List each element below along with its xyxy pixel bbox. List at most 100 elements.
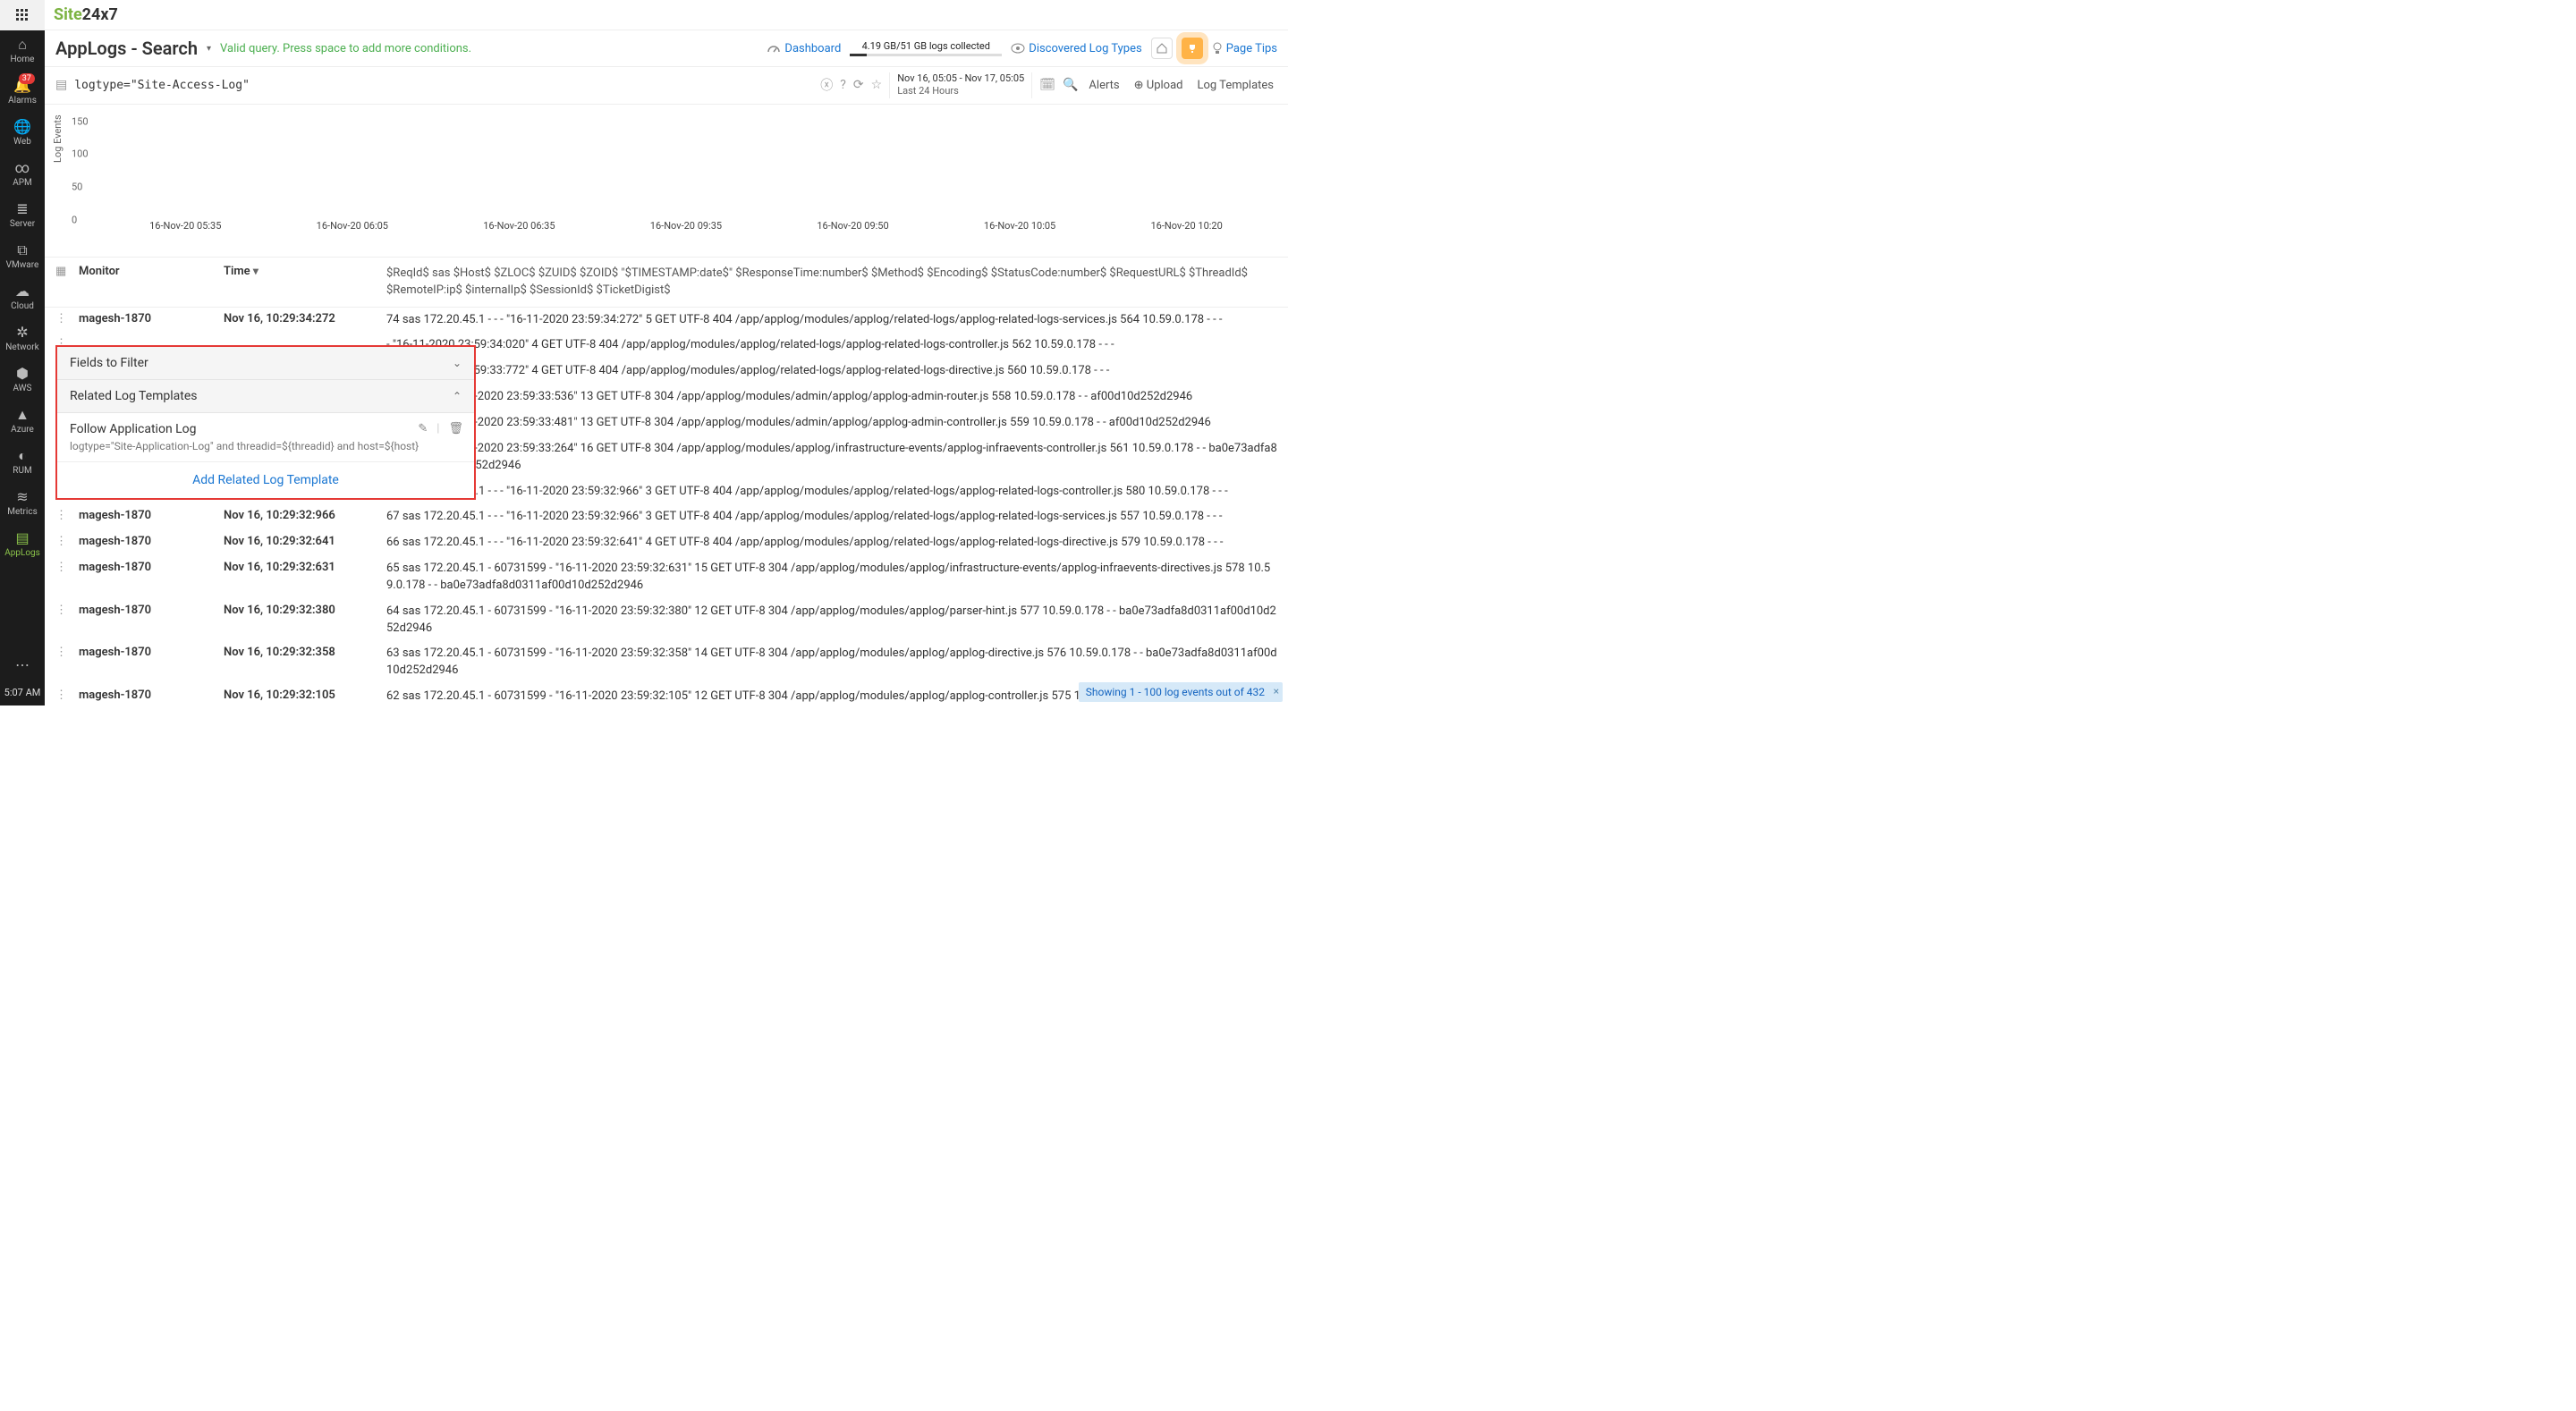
alarm-badge: 37 [19,73,35,84]
alerts-link[interactable]: Alerts [1085,79,1123,92]
fields-to-filter-section[interactable]: Fields to Filter⌄ [57,347,474,380]
upload-link[interactable]: ⊕ Upload [1131,79,1187,92]
nav-label: Server [10,219,35,229]
help-icon[interactable]: ? [840,78,846,92]
cell-monitor: magesh-1870 [79,604,213,638]
nav-alarms[interactable]: 🔔Alarms37 [4,72,40,113]
row-menu-icon[interactable]: ⋮ [55,689,68,706]
chart-bar[interactable]: 16-Nov-20 10:20 [1105,215,1268,232]
nav-home[interactable]: ⌂ Home [4,30,40,72]
home-icon: ⌂ [18,38,27,52]
xtick: 16-Nov-20 05:35 [149,220,221,232]
logo-bar: Site24x7 [45,0,1288,30]
nav-label: Network [5,342,38,352]
delete-icon[interactable]: 🗑 [448,422,463,435]
apps-grid-button[interactable] [0,0,45,30]
row-menu-icon[interactable]: ⋮ [55,604,68,638]
col-time[interactable]: Time ▾ [224,265,376,278]
table-row[interactable]: ⋮ magesh-1870 Nov 16, 10:29:32:358 63 sa… [45,641,1288,684]
nav-aws[interactable]: ⬢AWS [4,359,40,401]
chart-bar[interactable]: 16-Nov-20 06:05 [270,215,434,232]
chart-bar[interactable]: 16-Nov-20 06:35 [437,215,601,232]
nav-network[interactable]: ✲Network [4,318,40,359]
nav-server[interactable]: ≣Server [4,195,40,236]
cell-monitor: magesh-1870 [79,535,213,552]
close-icon[interactable]: × [1274,685,1279,697]
cell-time: Nov 16, 10:29:32:105 [224,689,376,706]
cell-message: 0731599 - "16-11-2020 23:59:33:264" 16 G… [386,441,1277,475]
nav-applogs[interactable]: ▤ AppLogs [4,524,40,565]
cell-message: 68 sas 172.20.45.1 - - - "16-11-2020 23:… [386,484,1277,501]
applogs-icon: ▤ [15,531,29,545]
table-row[interactable]: ⋮ magesh-1870 Nov 16, 10:29:32:380 64 sa… [45,599,1288,642]
home-view-button[interactable] [1151,38,1173,59]
query-input[interactable] [74,79,813,92]
edit-icon[interactable]: ✎ [418,422,428,435]
related-templates-section[interactable]: Related Log Templates⌃ [57,380,474,413]
nav-label: RUM [13,466,31,476]
more-icon: ⋯ [15,658,30,672]
related-logs-popover: Fields to Filter⌄ Related Log Templates⌃… [55,345,476,500]
nav-apm[interactable]: ∞ APM [4,154,40,195]
row-menu-icon[interactable]: ⋮ [55,646,68,680]
binoculars-icon: ∞ [15,161,30,175]
nav-web[interactable]: 🌐Web [4,113,40,154]
discovered-log-types-link[interactable]: Discovered Log Types [1011,42,1141,55]
row-menu-header[interactable]: ▦ [55,265,68,278]
nav-more[interactable]: ⋯ [0,651,45,680]
tips-highlight-button[interactable] [1182,38,1203,59]
nav-vmware[interactable]: ⧉VMware [4,236,40,277]
time-range[interactable]: Nov 16, 05:05 - Nov 17, 05:05 Last 24 Ho… [889,72,1032,98]
nav-cloud[interactable]: ☁Cloud [4,277,40,318]
clear-query-icon[interactable]: ⓧ [820,76,833,94]
table-row[interactable]: ⋮ magesh-1870 Nov 16, 10:29:34:272 74 sa… [45,308,1288,334]
row-menu-icon[interactable]: ⋮ [55,312,68,329]
cell-monitor: magesh-1870 [79,509,213,526]
cell-time: Nov 16, 10:29:32:380 [224,604,376,638]
calendar-icon[interactable]: 🗓 [1039,78,1055,92]
rum-icon: ◐ [18,449,27,463]
chart-bar[interactable]: 16-Nov-20 05:35 [104,215,267,232]
row-menu-icon[interactable]: ⋮ [55,535,68,552]
add-related-template-button[interactable]: Add Related Log Template [57,462,474,498]
log-templates-link[interactable]: Log Templates [1194,79,1278,92]
cell-message: 0731599 - "16-11-2020 23:59:33:536" 13 G… [386,389,1277,406]
title-dropdown-icon[interactable]: ▾ [207,44,211,54]
cell-monitor: magesh-1870 [79,312,213,329]
chart-bar[interactable]: 16-Nov-20 10:05 [938,215,1102,232]
chart-bar[interactable]: 16-Nov-20 09:50 [771,215,935,232]
nav-label: Home [11,55,35,64]
follow-app-log-item[interactable]: Follow Application Log logtype="Site-App… [57,413,474,462]
cell-time: Nov 16, 10:29:32:631 [224,561,376,595]
star-icon[interactable]: ☆ [871,78,883,92]
nav-label: AppLogs [4,548,40,558]
cell-message: 74 sas 172.20.45.1 - - - "16-11-2020 23:… [386,312,1277,329]
nav-label: Azure [11,425,34,435]
nav-label: Alarms [8,96,37,106]
cell-message: 0731599 - "16-11-2020 23:59:33:481" 13 G… [386,415,1277,432]
col-monitor[interactable]: Monitor [79,265,213,278]
nav-metrics[interactable]: ≋Metrics [4,483,40,524]
table-row[interactable]: ⋮ magesh-1870 Nov 16, 10:29:32:966 67 sa… [45,504,1288,530]
ytick: 0 [72,214,77,225]
nav-label: AWS [13,384,32,393]
refresh-icon[interactable]: ⟳ [853,78,864,92]
metrics-icon: ≋ [16,490,28,504]
xtick: 16-Nov-20 06:35 [483,220,555,232]
search-icon[interactable]: 🔍 [1063,78,1078,92]
table-header: ▦ Monitor Time ▾ $ReqId$ sas $Host$ $ZLO… [45,257,1288,308]
cell-time: Nov 16, 10:29:32:966 [224,509,376,526]
row-menu-icon[interactable]: ⋮ [55,509,68,526]
nav-azure[interactable]: ▲Azure [4,401,40,442]
gauge-icon [767,41,781,55]
query-doc-icon[interactable]: ▤ [55,78,67,92]
nav-rum[interactable]: ◐ RUM [4,442,40,483]
table-body: Fields to Filter⌄ Related Log Templates⌃… [45,308,1288,706]
row-menu-icon[interactable]: ⋮ [55,561,68,595]
dashboard-link[interactable]: Dashboard [767,41,841,55]
nav-label: APM [13,178,32,188]
page-tips-link[interactable]: Page Tips [1212,42,1277,55]
chart-bar[interactable]: 16-Nov-20 09:35 [605,215,768,232]
table-row[interactable]: ⋮ magesh-1870 Nov 16, 10:29:32:631 65 sa… [45,556,1288,599]
table-row[interactable]: ⋮ magesh-1870 Nov 16, 10:29:32:641 66 sa… [45,530,1288,556]
